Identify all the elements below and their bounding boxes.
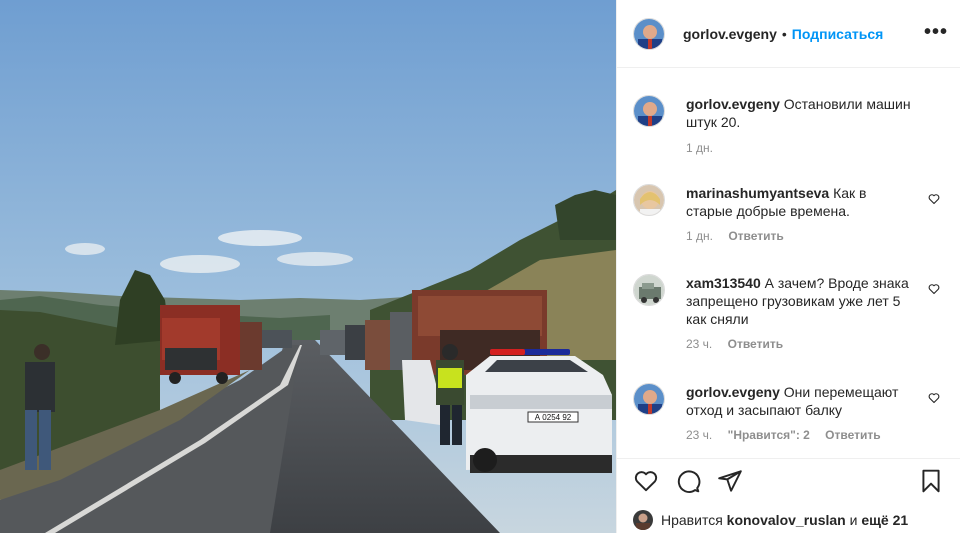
- post-header: gorlov.evgeny • Подписаться •••: [617, 0, 960, 68]
- liker-username[interactable]: konovalov_ruslan: [727, 512, 846, 528]
- post-side-panel: gorlov.evgeny • Подписаться ••• gorlov.e…: [616, 0, 960, 533]
- comment-bubble-icon[interactable]: [675, 468, 701, 497]
- liker-avatar[interactable]: [633, 510, 653, 530]
- license-plate-text: А 0254 92: [535, 413, 572, 422]
- comment-username[interactable]: xam313540: [686, 275, 761, 291]
- comment-time[interactable]: 23 ч.: [686, 428, 712, 442]
- comment-item: xam313540 А зачем? Вроде знака запрещено…: [633, 274, 944, 351]
- comment-item: marinashumyantseva Как в старые добрые в…: [633, 184, 944, 243]
- like-heart-icon[interactable]: [633, 468, 659, 497]
- caption-comment: gorlov.evgeny Остановили машин штук 20. …: [633, 95, 944, 155]
- likes-more-link[interactable]: ещё 21: [861, 512, 908, 528]
- comment-body: xam313540 А зачем? Вроде знака запрещено…: [686, 274, 914, 328]
- comment-meta: 23 ч. Ответить: [686, 337, 944, 351]
- comment-time[interactable]: 1 дн.: [686, 141, 713, 155]
- comment-like-heart-icon[interactable]: [928, 192, 940, 208]
- comment-username[interactable]: marinashumyantseva: [686, 185, 829, 201]
- comment-like-heart-icon[interactable]: [928, 282, 940, 298]
- post-footer: Нравится konovalov_ruslan и ещё 21: [617, 458, 960, 533]
- comment-meta: 1 дн.: [686, 141, 944, 155]
- comment-like-heart-icon[interactable]: [928, 391, 940, 407]
- likes-prefix: Нравится: [661, 512, 723, 528]
- action-bar: [633, 468, 944, 498]
- comment-body: marinashumyantseva Как в старые добрые в…: [686, 184, 914, 220]
- save-bookmark-icon[interactable]: [918, 468, 944, 497]
- reply-button[interactable]: Ответить: [728, 229, 783, 243]
- road-scene-image: А 0254 92: [0, 0, 616, 533]
- comments-list: gorlov.evgeny Остановили машин штук 20. …: [617, 69, 960, 459]
- more-options-icon[interactable]: •••: [924, 22, 948, 42]
- follow-button[interactable]: Подписаться: [792, 26, 884, 42]
- comment-username[interactable]: gorlov.evgeny: [686, 384, 780, 400]
- reply-button[interactable]: Ответить: [728, 337, 783, 351]
- comment-item: gorlov.evgeny Они перемещают отход и зас…: [633, 383, 944, 442]
- header-separator: •: [781, 25, 787, 42]
- author-avatar[interactable]: [633, 17, 665, 50]
- comment-time[interactable]: 23 ч.: [686, 337, 712, 351]
- comment-time[interactable]: 1 дн.: [686, 229, 713, 243]
- comment-body: gorlov.evgeny Они перемещают отход и зас…: [686, 383, 914, 419]
- reply-button[interactable]: Ответить: [825, 428, 880, 442]
- author-username[interactable]: gorlov.evgeny: [683, 26, 777, 42]
- post-photo[interactable]: А 0254 92: [0, 0, 616, 533]
- comment-username[interactable]: gorlov.evgeny: [686, 96, 780, 112]
- likes-summary: Нравится konovalov_ruslan и ещё 21: [633, 510, 908, 530]
- post-viewer: А 0254 92 gorlov.evgeny • Подписаться ••…: [0, 0, 960, 533]
- comment-avatar[interactable]: [633, 274, 665, 306]
- comment-meta: 1 дн. Ответить: [686, 229, 944, 243]
- comment-avatar[interactable]: [633, 383, 665, 415]
- comment-body: gorlov.evgeny Остановили машин штук 20.: [686, 95, 914, 131]
- comment-avatar[interactable]: [633, 184, 665, 216]
- comment-likes-count[interactable]: "Нравится": 2: [728, 428, 810, 442]
- comment-meta: 23 ч. "Нравится": 2 Ответить: [686, 428, 944, 442]
- comment-avatar[interactable]: [633, 95, 665, 127]
- likes-and: и: [849, 512, 858, 528]
- share-send-icon[interactable]: [717, 468, 743, 497]
